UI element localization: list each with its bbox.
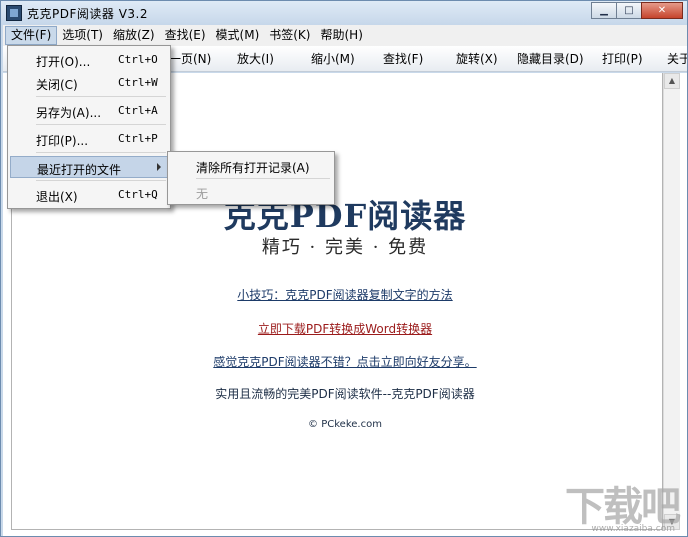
close-button[interactable]: ✕ bbox=[641, 2, 683, 19]
scroll-up-icon[interactable]: ▲ bbox=[664, 73, 680, 89]
menu-separator bbox=[36, 152, 166, 153]
product-slogan: 精巧 · 完美 · 免费 bbox=[261, 237, 429, 258]
download-converter-link[interactable]: 立即下载PDF转换成Word转换器 bbox=[3, 320, 687, 337]
zoom-out-button[interactable]: 缩小(M) bbox=[311, 50, 355, 67]
tip-link[interactable]: 小技巧：克克PDF阅读器复制文字的方法 bbox=[3, 286, 687, 303]
copyright-text: © PCkeke.com bbox=[308, 419, 382, 430]
about-button[interactable]: 关于 bbox=[667, 50, 687, 67]
site-watermark-url: www.xiazaiba.com bbox=[591, 524, 675, 534]
maximize-button[interactable]: □ bbox=[616, 2, 642, 19]
menu-separator bbox=[36, 124, 166, 125]
menu-close[interactable]: 关闭(C) Ctrl+W bbox=[10, 72, 168, 94]
menu-bookmark[interactable]: 书签(K) bbox=[264, 26, 315, 45]
product-description: 实用且流畅的完美PDF阅读软件--克克PDF阅读器 bbox=[215, 387, 475, 401]
rotate-button[interactable]: 旋转(X) bbox=[456, 50, 498, 67]
menu-separator bbox=[36, 180, 166, 181]
menu-clear-recent[interactable]: 清除所有打开记录(A) bbox=[170, 155, 332, 177]
menu-save-as[interactable]: 另存为(A)... Ctrl+A bbox=[10, 100, 168, 122]
title-bar: 克克PDF阅读器 V3.2 ▁ □ ✕ bbox=[1, 1, 687, 25]
menu-zoom[interactable]: 缩放(Z) bbox=[108, 26, 160, 45]
minimize-button[interactable]: ▁ bbox=[591, 2, 617, 19]
next-page-button[interactable]: 一页(N) bbox=[169, 50, 211, 67]
menu-exit[interactable]: 退出(X) Ctrl+Q bbox=[10, 184, 168, 206]
print-button[interactable]: 打印(P) bbox=[602, 50, 643, 67]
menu-separator bbox=[36, 96, 166, 97]
menu-file[interactable]: 文件(F) bbox=[5, 26, 58, 45]
menu-open[interactable]: 打开(O)... Ctrl+O bbox=[10, 49, 168, 71]
hide-toc-button[interactable]: 隐藏目录(D) bbox=[517, 50, 584, 67]
menu-mode[interactable]: 模式(M) bbox=[211, 26, 265, 45]
menu-find[interactable]: 查找(E) bbox=[160, 26, 211, 45]
app-window: 克克PDF阅读器 V3.2 ▁ □ ✕ 文件(F) 选项(T) 缩放(Z) 查找… bbox=[0, 0, 688, 537]
recent-files-submenu: 清除所有打开记录(A) 无 bbox=[167, 151, 335, 205]
menu-help[interactable]: 帮助(H) bbox=[315, 26, 367, 45]
menu-print[interactable]: 打印(P)... Ctrl+P bbox=[10, 128, 168, 150]
share-link[interactable]: 感觉克克PDF阅读器不错？点击立即向好友分享。 bbox=[3, 353, 687, 370]
zoom-in-button[interactable]: 放大(I) bbox=[237, 50, 274, 67]
menu-recent-none: 无 bbox=[196, 187, 209, 201]
window-controls: ▁ □ ✕ bbox=[591, 2, 683, 19]
menu-separator bbox=[196, 178, 330, 179]
submenu-arrow-icon bbox=[157, 163, 161, 171]
app-logo-icon bbox=[6, 5, 22, 21]
menu-bar: 文件(F) 选项(T) 缩放(Z) 查找(E) 模式(M) 书签(K) 帮助(H… bbox=[3, 25, 687, 46]
find-button[interactable]: 查找(F) bbox=[383, 50, 423, 67]
file-menu-dropdown: 打开(O)... Ctrl+O 关闭(C) Ctrl+W 另存为(A)... C… bbox=[7, 45, 171, 209]
window-title: 克克PDF阅读器 V3.2 bbox=[27, 7, 148, 21]
menu-options[interactable]: 选项(T) bbox=[57, 26, 108, 45]
menu-recent-files[interactable]: 最近打开的文件 bbox=[10, 156, 168, 178]
